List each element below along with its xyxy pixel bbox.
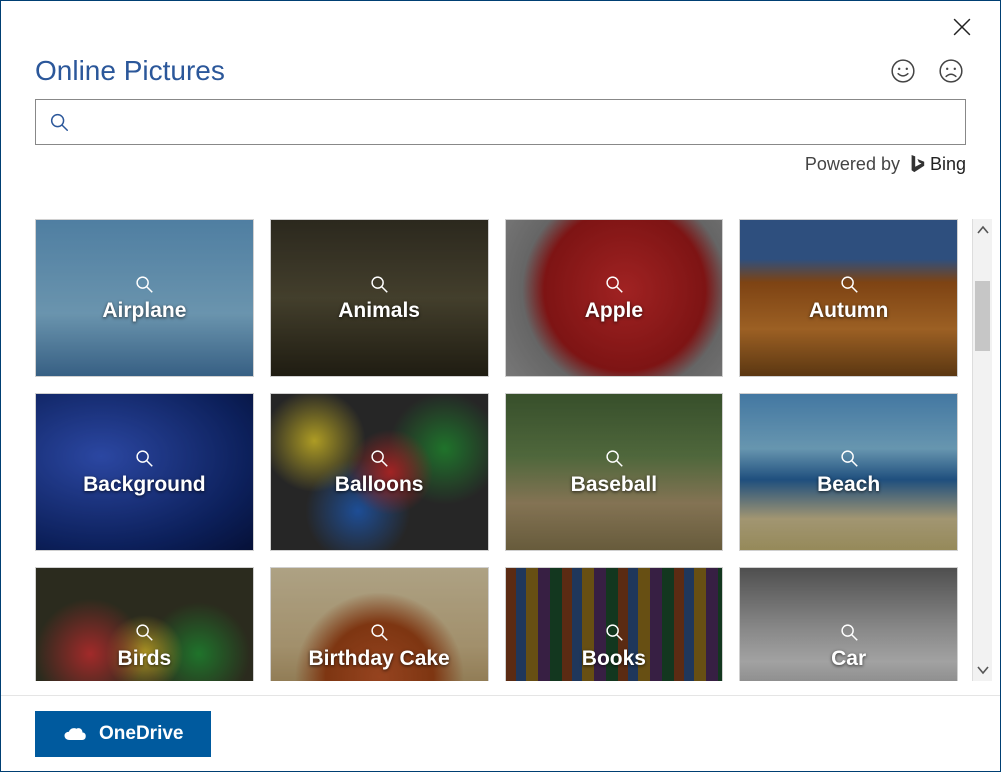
category-tile[interactable]: Beach <box>739 393 958 551</box>
search-icon <box>368 273 390 295</box>
onedrive-icon <box>63 725 87 743</box>
category-label: Apple <box>585 299 643 323</box>
category-label: Beach <box>817 473 880 497</box>
tile-thumbnail <box>271 394 488 550</box>
category-label: Baseball <box>571 473 657 497</box>
search-icon <box>603 447 625 469</box>
search-input[interactable] <box>80 112 953 133</box>
scrollbar[interactable] <box>972 219 992 681</box>
onedrive-label: OneDrive <box>99 723 183 745</box>
category-tile[interactable]: Baseball <box>505 393 724 551</box>
feedback-smile-button[interactable] <box>888 56 918 86</box>
category-label: Birds <box>118 647 172 671</box>
bing-icon <box>908 153 926 175</box>
category-tile[interactable]: Birds <box>35 567 254 681</box>
tile-thumbnail <box>506 394 723 550</box>
smile-icon <box>890 58 916 84</box>
category-tile[interactable]: Books <box>505 567 724 681</box>
category-grid-region: Airplane Animals Apple Autumn Background Ball… <box>35 219 992 681</box>
header: Online Pictures <box>1 1 1000 87</box>
category-tile[interactable]: Birthday Cake <box>270 567 489 681</box>
category-label: Balloons <box>335 473 424 497</box>
search-icon <box>48 111 70 133</box>
category-tile[interactable]: Background <box>35 393 254 551</box>
footer: OneDrive <box>1 695 1000 771</box>
category-label: Books <box>582 647 646 671</box>
feedback-frown-button[interactable] <box>936 56 966 86</box>
tile-thumbnail <box>506 220 723 376</box>
category-tile[interactable]: Airplane <box>35 219 254 377</box>
scroll-track[interactable] <box>973 241 992 659</box>
category-label: Car <box>831 647 866 671</box>
search-icon <box>838 447 860 469</box>
feedback-controls <box>888 56 966 86</box>
close-button[interactable] <box>948 13 976 41</box>
search-icon <box>838 621 860 643</box>
category-grid: Airplane Animals Apple Autumn Background Ball… <box>35 219 972 681</box>
page-title: Online Pictures <box>35 55 225 87</box>
category-label: Animals <box>338 299 420 323</box>
tile-thumbnail <box>740 394 957 550</box>
category-tile[interactable]: Car <box>739 567 958 681</box>
search-icon <box>603 621 625 643</box>
search-icon <box>133 621 155 643</box>
category-tile[interactable]: Animals <box>270 219 489 377</box>
powered-by-text: Powered by <box>805 154 900 175</box>
scroll-thumb[interactable] <box>975 281 990 351</box>
search-icon <box>368 447 390 469</box>
close-icon <box>953 18 971 36</box>
bing-logo: Bing <box>908 153 966 175</box>
search-icon <box>838 273 860 295</box>
search-container <box>35 99 966 145</box>
search-icon <box>368 621 390 643</box>
tile-thumbnail <box>36 394 253 550</box>
chevron-up-icon <box>977 225 989 235</box>
search-icon <box>133 447 155 469</box>
tile-thumbnail <box>271 220 488 376</box>
category-label: Airplane <box>102 299 186 323</box>
search-icon <box>133 273 155 295</box>
onedrive-button[interactable]: OneDrive <box>35 711 211 757</box>
category-tile[interactable]: Autumn <box>739 219 958 377</box>
frown-icon <box>938 58 964 84</box>
search-box[interactable] <box>35 99 966 145</box>
tile-thumbnail <box>740 220 957 376</box>
category-tile[interactable]: Balloons <box>270 393 489 551</box>
scroll-down-button[interactable] <box>973 659 992 681</box>
powered-by-label: Powered by Bing <box>1 153 966 175</box>
bing-text: Bing <box>930 154 966 175</box>
category-tile[interactable]: Apple <box>505 219 724 377</box>
category-label: Birthday Cake <box>309 647 450 671</box>
tile-thumbnail <box>36 220 253 376</box>
scroll-up-button[interactable] <box>973 219 992 241</box>
category-label: Background <box>83 473 206 497</box>
search-icon <box>603 273 625 295</box>
chevron-down-icon <box>977 665 989 675</box>
category-label: Autumn <box>809 299 888 323</box>
